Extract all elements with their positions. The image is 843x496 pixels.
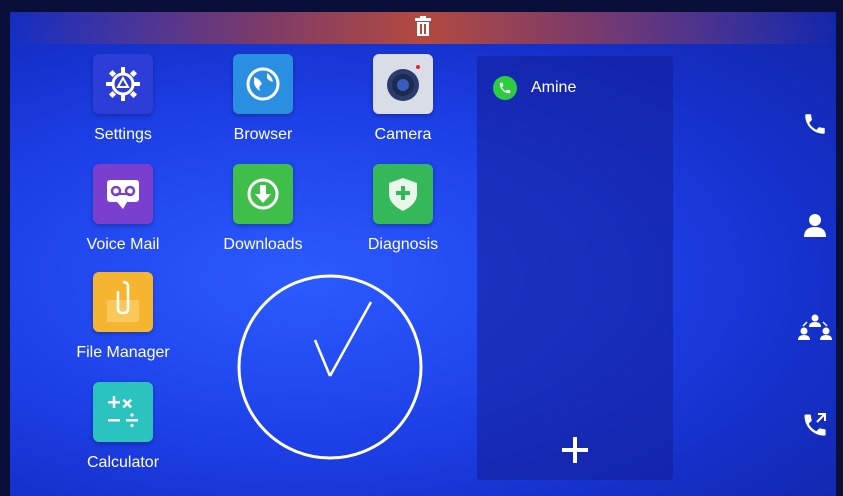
add-contact-button[interactable] xyxy=(553,428,597,472)
voicemail-icon xyxy=(93,164,153,224)
folder-clip-icon xyxy=(93,272,153,332)
camera-lens-icon xyxy=(373,54,433,114)
app-label: Downloads xyxy=(223,236,303,253)
app-voicemail[interactable]: Voice Mail xyxy=(63,164,183,254)
trash-icon xyxy=(414,15,432,41)
hour-hand xyxy=(313,339,332,377)
app-label: Calculator xyxy=(86,454,160,471)
calculator-icon xyxy=(93,382,153,442)
app-label: Camera xyxy=(374,126,432,143)
call-forward-button[interactable] xyxy=(795,405,835,445)
app-downloads[interactable]: Downloads xyxy=(203,164,323,254)
app-browser[interactable]: Browser xyxy=(203,54,323,144)
app-diagnosis[interactable]: Diagnosis xyxy=(343,164,463,254)
app-settings[interactable]: Settings xyxy=(63,54,183,144)
dialer-button[interactable] xyxy=(795,104,835,144)
phone-status-icon xyxy=(493,76,517,100)
remove-drop-zone[interactable] xyxy=(10,12,836,44)
settings-gear-icon xyxy=(93,54,153,114)
globe-icon xyxy=(233,54,293,114)
phone-forward-icon xyxy=(804,413,826,436)
person-icon xyxy=(804,214,826,237)
conference-button[interactable] xyxy=(795,307,835,347)
contacts-button[interactable] xyxy=(795,205,835,245)
app-calculator[interactable]: Calculator xyxy=(63,382,183,472)
group-icon xyxy=(798,314,832,340)
app-label: File Manager xyxy=(76,344,170,361)
app-label: Voice Mail xyxy=(86,236,160,253)
app-label: Settings xyxy=(94,126,152,143)
favorites-panel: Amine xyxy=(477,56,673,480)
shield-plus-icon xyxy=(373,164,433,224)
analog-clock-widget[interactable] xyxy=(235,272,425,462)
contact-name: Amine xyxy=(531,79,577,96)
app-camera[interactable]: Camera xyxy=(343,54,463,144)
download-arrow-icon xyxy=(233,164,293,224)
minute-hand xyxy=(328,301,373,377)
contact-item[interactable]: Amine xyxy=(477,68,673,108)
app-label: Diagnosis xyxy=(367,236,439,253)
app-label: Browser xyxy=(233,126,293,143)
plus-icon xyxy=(562,437,588,463)
phone-icon xyxy=(805,114,825,134)
app-file-manager[interactable]: File Manager xyxy=(63,272,183,362)
home-screen: Settings Browser Camera Voice Mail Downl… xyxy=(10,12,836,496)
